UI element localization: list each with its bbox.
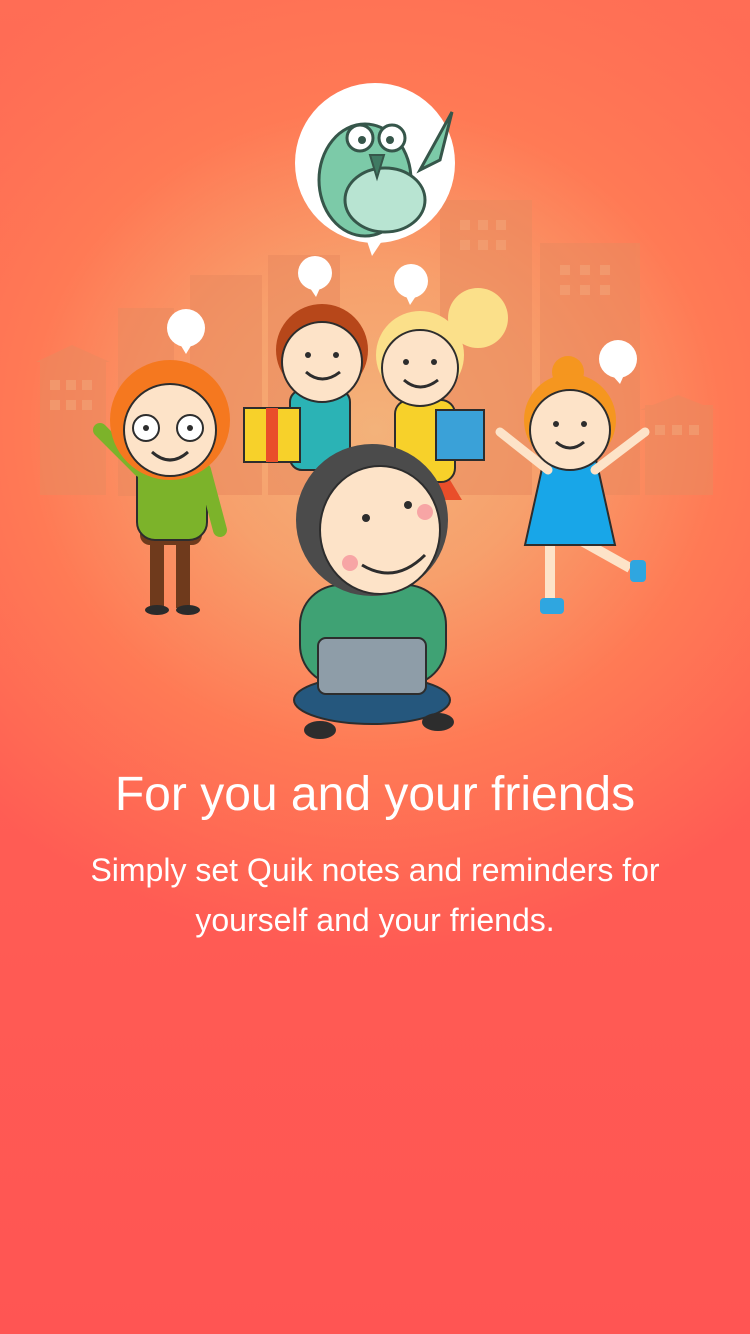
owl-speech-bubble	[295, 83, 455, 256]
onboarding-description: Simply set Quik notes and reminders for …	[90, 852, 660, 938]
friends-illustration	[36, 83, 716, 739]
boy-with-laptop	[293, 444, 454, 739]
onboarding-screen: For you and your friends Simply set Quik…	[0, 0, 750, 1334]
boy-with-gift	[243, 304, 368, 471]
onboarding-title: For you and your friends	[114, 768, 636, 821]
